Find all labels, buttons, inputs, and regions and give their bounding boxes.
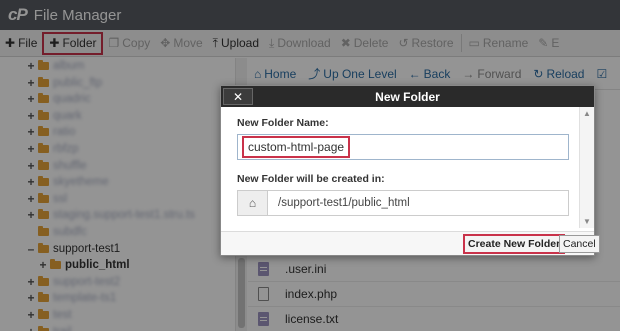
scroll-up-arrow-icon[interactable]: ▲ xyxy=(580,109,594,118)
dialog-header: ✕ New Folder xyxy=(221,86,594,107)
dialog-body: New Folder Name: custom-html-page New Fo… xyxy=(221,107,579,228)
folder-name-value[interactable]: custom-html-page xyxy=(242,136,351,158)
dialog-scrollbar[interactable]: ▲ ▼ xyxy=(579,107,594,228)
home-icon: ⌂ xyxy=(238,191,268,215)
folder-location-value: /support-test1/public_html xyxy=(278,197,410,209)
new-folder-dialog: ✕ New Folder New Folder Name: custom-htm… xyxy=(220,85,600,256)
scroll-down-arrow-icon[interactable]: ▼ xyxy=(580,217,594,226)
create-new-folder-button[interactable]: Create New Folder xyxy=(463,234,566,254)
cancel-button[interactable]: Cancel xyxy=(559,235,600,253)
dialog-title: New Folder xyxy=(375,89,440,104)
dialog-close-button[interactable]: ✕ xyxy=(223,88,253,105)
folder-name-label: New Folder Name: xyxy=(237,117,329,129)
dialog-footer: Create New Folder Cancel xyxy=(221,231,600,255)
folder-location-field: ⌂ /support-test1/public_html xyxy=(237,190,569,216)
folder-name-input[interactable]: custom-html-page xyxy=(237,134,569,160)
folder-location-label: New Folder will be created in: xyxy=(237,173,385,185)
